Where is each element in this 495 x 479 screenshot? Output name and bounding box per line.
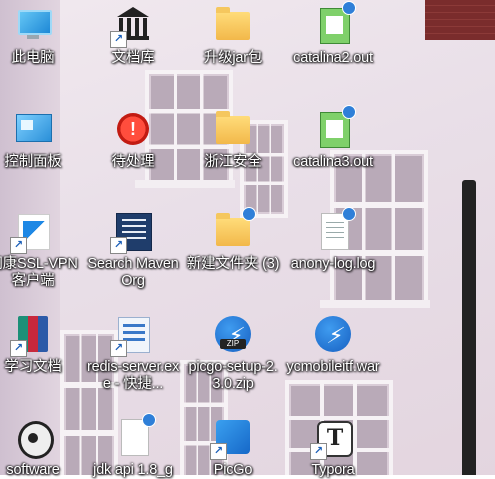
icon-label: 此电脑: [11, 50, 55, 66]
desktop-icon-zhejiang-security[interactable]: 浙江安全: [185, 108, 281, 171]
application-window-icon: ↗: [110, 313, 154, 357]
notepad-plus-plus-icon: [312, 105, 356, 150]
icon-label: Search Maven Org: [87, 256, 179, 289]
picgo-icon: ↗: [210, 416, 254, 460]
desktop-icon-catalina2[interactable]: catalina2.out: [285, 1, 381, 67]
icon-label: anony-log.log: [290, 256, 376, 272]
computer-icon: [12, 4, 54, 46]
alert-gear-icon: !: [112, 108, 154, 150]
desktop-icon-anony-log[interactable]: anony-log.log: [285, 207, 381, 273]
zip-archive-icon: ⚡ ZIP: [212, 313, 254, 355]
desktop-icon-software[interactable]: software: [0, 416, 81, 479]
icon-label: catalina3.out: [293, 154, 373, 170]
wallpaper-sill: [320, 300, 430, 308]
bank-building-icon: ↗: [110, 4, 154, 48]
desktop-icon-pending[interactable]: ! 待处理: [85, 108, 181, 171]
wallpaper-sill: [135, 180, 235, 188]
icon-label: ycmobileitf.war: [286, 359, 380, 375]
war-archive-icon: ⚡: [312, 313, 354, 355]
desktop-icon-jdk-api[interactable]: jdk api 1.8_g: [85, 413, 181, 479]
desktop-icon-control-panel[interactable]: 控制面板: [0, 108, 81, 171]
sync-badge-icon: [142, 413, 156, 427]
wallpaper-brick-chimney: [425, 0, 495, 40]
shortcut-arrow-icon: ↗: [310, 443, 327, 460]
desktop-icon-upgrade-jar[interactable]: 升级jar包: [185, 4, 281, 67]
sync-badge-icon: [242, 207, 256, 221]
desktop-icon-picgo-setup-zip[interactable]: ⚡ ZIP picgo-setup-2.3.0.zip: [185, 313, 281, 393]
icon-label: 浙江安全: [204, 154, 262, 170]
desktop-icon-document-library[interactable]: ↗ 文档库: [85, 4, 181, 67]
desktop-icon-catalina3[interactable]: catalina3.out: [285, 105, 381, 171]
icon-label: 文档库: [111, 50, 155, 66]
shortcut-arrow-icon: ↗: [110, 237, 127, 254]
shortcut-arrow-icon: ↗: [210, 443, 227, 460]
icon-label: 网康SSL-VPN客户端: [0, 256, 78, 289]
web-shortcut-icon: ↗: [110, 210, 154, 254]
disc-drive-icon: [12, 416, 54, 459]
icon-label: picgo-setup-2.3.0.zip: [188, 359, 278, 392]
typora-icon: T ↗: [310, 416, 354, 460]
vpn-client-icon: ↗: [10, 210, 54, 254]
shortcut-arrow-icon: ↗: [10, 340, 27, 357]
sync-badge-icon: [342, 105, 356, 119]
desktop-icon-new-folder-3[interactable]: 新建文件夹 (3): [185, 207, 281, 273]
desktop-icon-picgo[interactable]: ↗ PicGo: [185, 416, 281, 479]
books-icon: ↗: [10, 313, 54, 357]
shortcut-arrow-icon: ↗: [110, 31, 127, 48]
control-panel-icon: [12, 108, 54, 150]
icon-label: 升级jar包: [203, 50, 263, 66]
desktop-icon-ycmobileitf-war[interactable]: ⚡ ycmobileitf.war: [285, 313, 381, 376]
icon-label: software: [6, 462, 60, 478]
sync-badge-icon: [342, 1, 356, 15]
folder-icon: [212, 207, 256, 252]
desktop-icon-ssl-vpn[interactable]: ↗ 网康SSL-VPN客户端: [0, 210, 81, 290]
wallpaper-drainpipe: [462, 180, 476, 475]
desktop-icon-search-maven[interactable]: ↗ Search Maven Org: [85, 210, 181, 290]
icon-label: 待处理: [111, 154, 155, 170]
icon-label: PicGo: [213, 462, 253, 478]
desktop-icon-typora[interactable]: T ↗ Typora: [285, 416, 381, 479]
file-icon: [112, 413, 156, 458]
folder-icon: [212, 108, 254, 150]
desktop-icon-redis-server[interactable]: ↗ redis-server.exe - 快捷...: [85, 313, 181, 393]
desktop-icon-this-pc[interactable]: 此电脑: [0, 4, 81, 67]
text-document-icon: [312, 207, 356, 252]
icon-label: 控制面板: [4, 154, 62, 170]
desktop-icon-study-docs[interactable]: ↗ 学习文档: [0, 313, 81, 376]
shortcut-arrow-icon: ↗: [110, 340, 127, 357]
icon-label: redis-server.exe - 快捷...: [86, 359, 180, 392]
icon-label: catalina2.out: [293, 50, 373, 66]
sync-badge-icon: [342, 207, 356, 221]
notepad-plus-plus-icon: [312, 1, 356, 46]
icon-label: 新建文件夹 (3): [186, 256, 280, 272]
folder-icon: [212, 4, 254, 46]
icon-label: Typora: [311, 462, 355, 478]
icon-label: 学习文档: [4, 359, 62, 375]
icon-label: jdk api 1.8_g: [93, 462, 173, 478]
shortcut-arrow-icon: ↗: [10, 237, 27, 254]
